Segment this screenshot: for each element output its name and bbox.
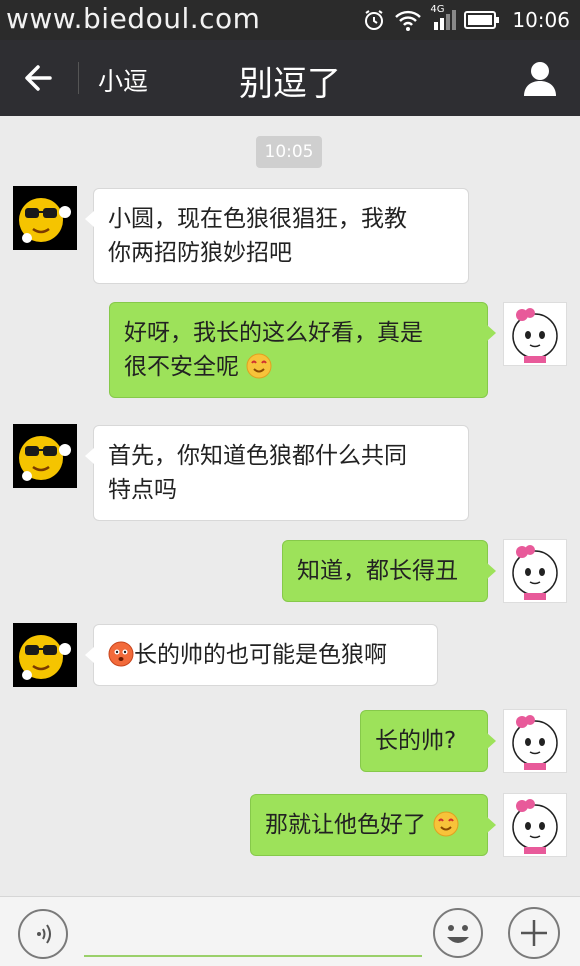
smiling-heart-eyes-emoji [246, 353, 272, 379]
message-line: 长的帅? [375, 728, 457, 754]
avatar-self[interactable] [503, 793, 567, 857]
message-bubble-received[interactable]: 小圆，现在色狼很猖狂，我教 你两招防狼妙招吧 [85, 188, 469, 284]
signal-icon: 4G [430, 4, 457, 32]
status-icons: 4G 10:06 [362, 4, 570, 32]
cool-smiley-icon [19, 436, 71, 481]
girl-avatar-icon [512, 799, 558, 854]
page-title: 别逗了 [239, 64, 341, 104]
avatar-contact[interactable] [13, 186, 77, 250]
message-line: 很不安全呢 [124, 354, 239, 380]
voice-button[interactable] [18, 909, 68, 959]
blushing-surprised-emoji [108, 641, 134, 667]
message-line: 你两招防狼妙招吧 [108, 240, 292, 266]
message-line: 小圆，现在色狼很猖狂，我教 [108, 206, 407, 232]
chat-header: 小逗 别逗了 [0, 40, 580, 116]
girl-avatar-icon [512, 715, 558, 770]
status-bar: www.biedoul.com 4G 10:06 [0, 0, 580, 40]
sticker-button[interactable] [432, 907, 484, 959]
message-line: 知道，都长得丑 [297, 558, 458, 584]
message-bubble-sent[interactable]: 那就让他色好了 [250, 794, 496, 856]
input-bar [0, 896, 580, 966]
chat-area[interactable]: 10:05 小圆，现在色狼很猖狂，我教 你两招防狼妙招吧 好呀，我长的这么好看，… [0, 116, 580, 896]
message-line: 首先，你知道色狼都什么共同 [108, 443, 407, 469]
voice-icon [37, 924, 51, 944]
battery-icon [464, 11, 500, 29]
girl-avatar-icon [512, 308, 558, 363]
smiley-icon [433, 908, 483, 958]
avatar-self[interactable] [503, 302, 567, 366]
avatar-self[interactable] [503, 709, 567, 773]
avatar-contact[interactable] [13, 424, 77, 488]
watermark-site: www.biedoul.com [6, 2, 261, 35]
message-bubble-sent[interactable]: 长的帅? [360, 710, 496, 772]
message-line: 长的帅的也可能是色狼啊 [134, 642, 387, 668]
message-bubble-sent[interactable]: 知道，都长得丑 [282, 540, 496, 602]
message-line: 特点吗 [108, 477, 177, 503]
message-line: 好呀，我长的这么好看，真是 [124, 320, 423, 346]
alarm-icon [365, 10, 384, 30]
avatar-contact[interactable] [13, 623, 77, 687]
plus-icon [521, 920, 547, 946]
message-bubble-received[interactable]: 首先，你知道色狼都什么共同 特点吗 [85, 425, 469, 521]
message-input[interactable] [84, 917, 422, 957]
message-bubble-sent[interactable]: 好呀，我长的这么好看，真是 很不安全呢 [109, 302, 496, 398]
person-icon[interactable] [520, 58, 560, 98]
status-time: 10:06 [512, 8, 570, 32]
chat-timestamp: 10:05 [256, 136, 322, 168]
cool-smiley-icon [19, 198, 71, 243]
more-button[interactable] [508, 907, 560, 959]
cool-smiley-icon [19, 635, 71, 680]
wifi-icon [395, 10, 422, 31]
avatar-self[interactable] [503, 539, 567, 603]
message-bubble-received[interactable]: 长的帅的也可能是色狼啊 [85, 624, 438, 686]
smiling-heart-eyes-emoji [433, 811, 459, 837]
girl-avatar-icon [512, 545, 558, 600]
message-line: 那就让他色好了 [265, 812, 426, 838]
